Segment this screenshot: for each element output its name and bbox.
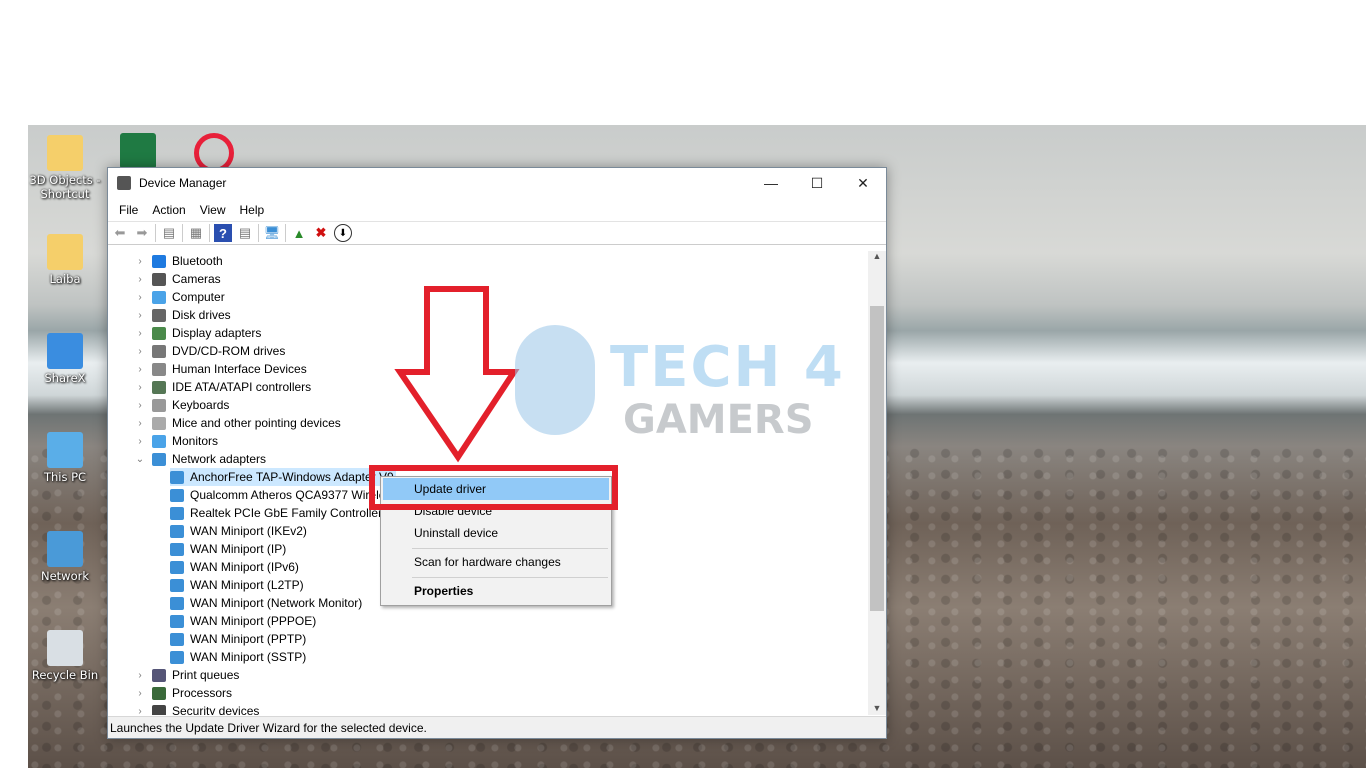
red-arrow-annotation: [394, 286, 520, 463]
